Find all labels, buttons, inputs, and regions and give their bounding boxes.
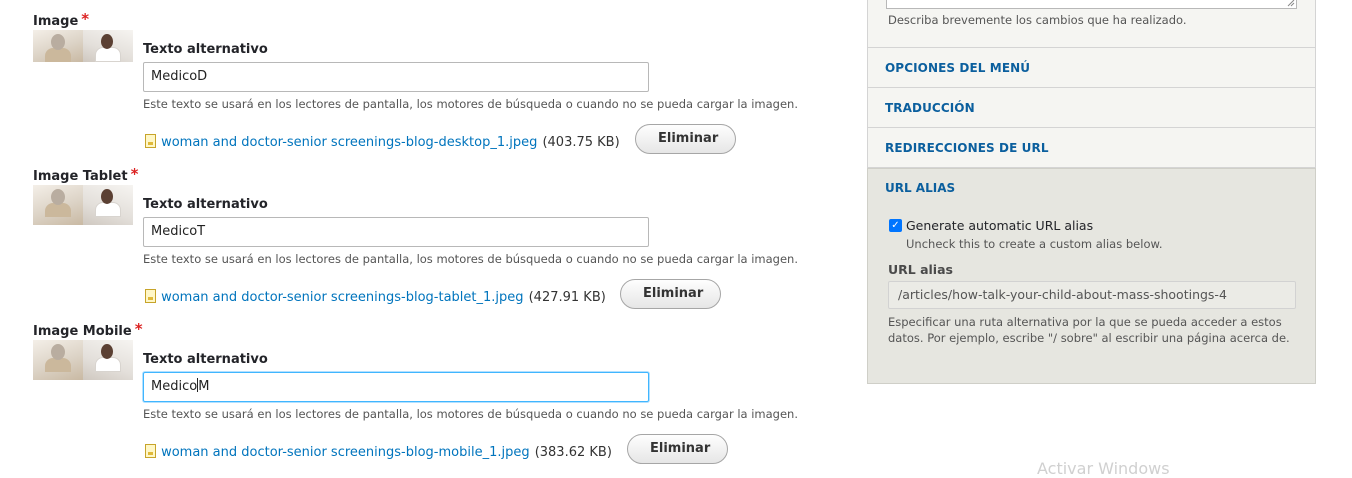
image-file-icon: [145, 134, 156, 148]
file-row-tablet: woman and doctor-senior screenings-blog-…: [145, 286, 606, 305]
revision-log-help: Describa brevemente los cambios que ha r…: [888, 13, 1187, 27]
image-file-icon: [145, 444, 156, 458]
accordion-menu-options[interactable]: OPCIONES DEL MENÚ: [867, 48, 1316, 88]
image-thumbnail: [33, 30, 133, 62]
resize-handle-icon[interactable]: [1287, 0, 1295, 7]
alt-text-label: Texto alternativo: [143, 352, 268, 367]
alt-text-help: Este texto se usará en los lectores de p…: [143, 407, 798, 421]
alt-value-text: Medico: [151, 379, 198, 394]
windows-activation-watermark: Activar Windows: [1037, 459, 1170, 478]
alt-text-input-mobile[interactable]: MedicoM: [143, 372, 649, 402]
image-file-icon: [145, 289, 156, 303]
file-size: (427.91 KB): [528, 290, 606, 305]
accordion-url-redirects[interactable]: REDIRECCIONES DE URL: [867, 128, 1316, 168]
accordion-translation[interactable]: TRADUCCIÓN: [867, 88, 1316, 128]
alt-text-label: Texto alternativo: [143, 197, 268, 212]
alt-text-input-desktop[interactable]: MedicoD: [143, 62, 649, 92]
accordion-url-alias-title[interactable]: URL ALIAS: [885, 181, 955, 195]
file-link-mobile[interactable]: woman and doctor-senior screenings-blog-…: [161, 445, 530, 460]
remove-button-mobile[interactable]: Eliminar: [627, 434, 728, 464]
image-mobile-thumbnail: [33, 340, 133, 380]
image-field-label: Image *: [33, 10, 89, 29]
required-mark: *: [130, 165, 139, 183]
image-tablet-field-label: Image Tablet *: [33, 165, 138, 184]
required-mark: *: [81, 10, 90, 28]
file-size: (383.62 KB): [534, 445, 612, 460]
auto-alias-checkbox-label[interactable]: Generate automatic URL alias: [906, 218, 1093, 233]
alt-text-input-tablet[interactable]: MedicoT: [143, 217, 649, 247]
revision-log-textarea[interactable]: [886, 0, 1297, 9]
image-tablet-label-text: Image Tablet: [33, 169, 128, 184]
remove-button-tablet[interactable]: Eliminar: [620, 279, 721, 309]
alt-text-label: Texto alternativo: [143, 42, 268, 57]
file-size: (403.75 KB): [542, 135, 620, 150]
alt-value-text-end: M: [198, 379, 210, 394]
file-link-desktop[interactable]: woman and doctor-senior screenings-blog-…: [161, 135, 537, 150]
file-row-mobile: woman and doctor-senior screenings-blog-…: [145, 441, 612, 460]
url-alias-input: /articles/how-talk-your-child-about-mass…: [888, 281, 1296, 309]
image-label-text: Image: [33, 14, 79, 29]
image-mobile-field-label: Image Mobile *: [33, 320, 143, 339]
file-row-desktop: woman and doctor-senior screenings-blog-…: [145, 131, 620, 150]
required-mark: *: [134, 320, 143, 338]
url-alias-description: Especificar una ruta alternativa por la …: [888, 315, 1290, 345]
auto-alias-checkbox[interactable]: ✓: [889, 219, 902, 232]
image-tablet-thumbnail: [33, 185, 133, 225]
alt-text-help: Este texto se usará en los lectores de p…: [143, 97, 798, 111]
url-alias-label: URL alias: [888, 262, 953, 277]
image-mobile-label-text: Image Mobile: [33, 324, 132, 339]
file-link-tablet[interactable]: woman and doctor-senior screenings-blog-…: [161, 290, 523, 305]
auto-alias-help: Uncheck this to create a custom alias be…: [906, 237, 1163, 251]
remove-button-desktop[interactable]: Eliminar: [635, 124, 736, 154]
alt-text-help: Este texto se usará en los lectores de p…: [143, 252, 798, 266]
